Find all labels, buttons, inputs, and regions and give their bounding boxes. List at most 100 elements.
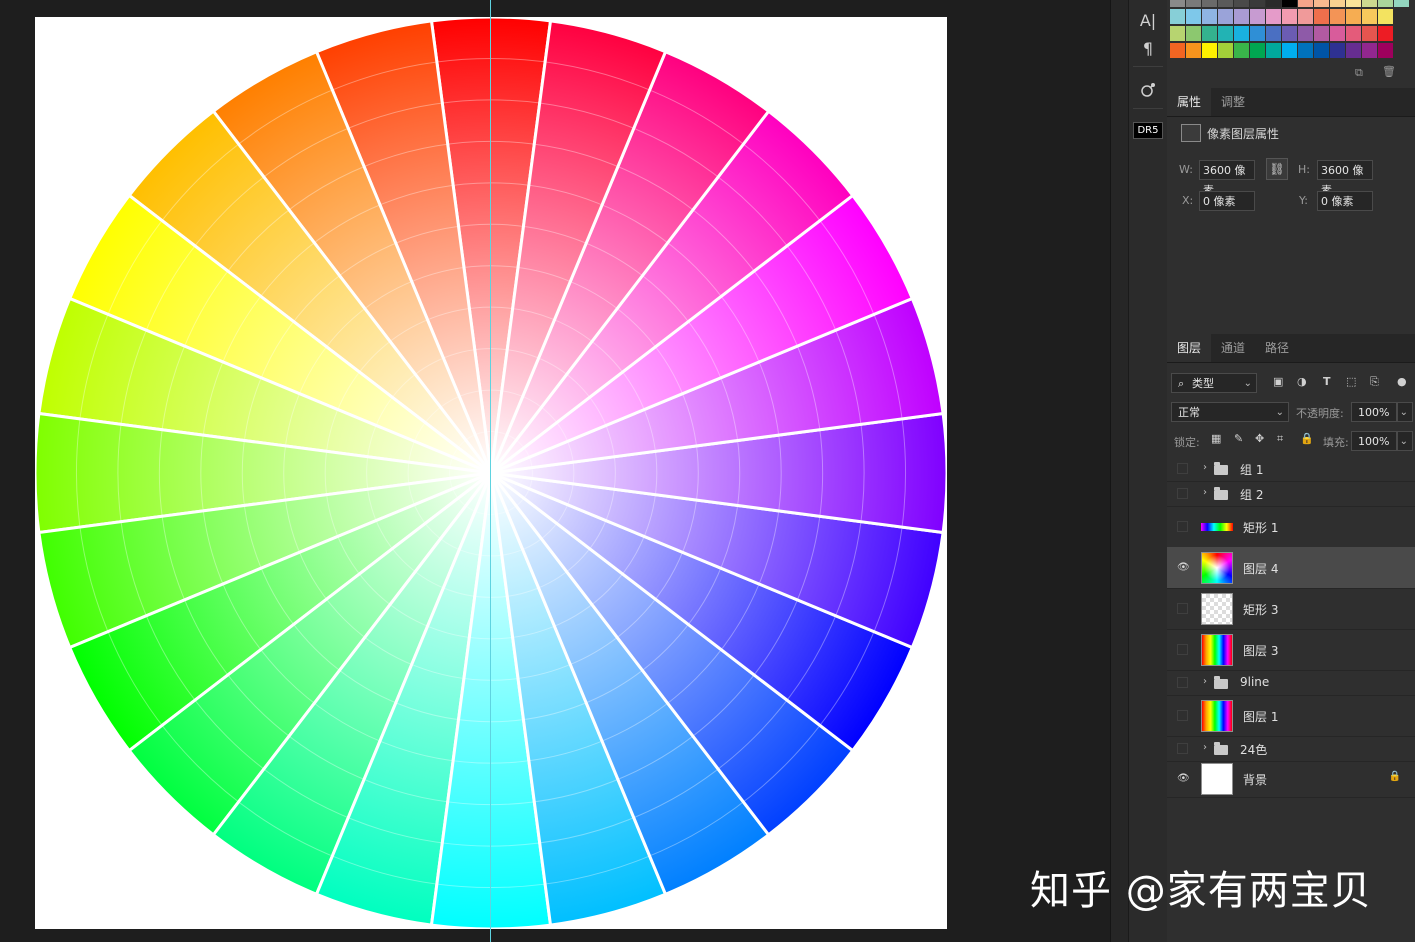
color-swatch[interactable] — [1330, 0, 1345, 7]
smart-object-filter-icon[interactable]: ⎘ — [1370, 375, 1379, 389]
layer-filter-select[interactable]: ⌕ 类型 ⌄ — [1171, 373, 1257, 393]
color-swatch[interactable] — [1362, 0, 1377, 7]
color-swatch[interactable] — [1314, 0, 1329, 7]
color-swatch[interactable] — [1378, 26, 1393, 41]
color-swatch[interactable] — [1298, 26, 1313, 41]
visibility-toggle[interactable] — [1177, 463, 1188, 474]
color-swatch[interactable] — [1298, 0, 1313, 7]
color-swatch[interactable] — [1186, 9, 1201, 24]
color-swatch[interactable] — [1330, 9, 1345, 24]
color-swatch[interactable] — [1266, 9, 1281, 24]
color-swatch[interactable] — [1234, 26, 1249, 41]
link-dimensions-button[interactable]: ⛓ — [1266, 158, 1288, 180]
tab-paths[interactable]: 路径 — [1255, 334, 1299, 362]
color-swatch[interactable] — [1186, 0, 1201, 7]
shape-filter-icon[interactable]: ⬚ — [1346, 375, 1356, 388]
layer-row[interactable]: 图层 3 — [1167, 629, 1415, 671]
color-swatch[interactable] — [1346, 0, 1361, 7]
x-field[interactable]: 0 像素 — [1199, 191, 1255, 211]
adjustment-filter-icon[interactable]: ◑ — [1297, 375, 1307, 388]
tab-channels[interactable]: 通道 — [1211, 334, 1255, 362]
color-swatch[interactable] — [1202, 0, 1217, 7]
color-swatch[interactable] — [1218, 26, 1233, 41]
new-swatch-icon[interactable]: ⧉ — [1355, 66, 1363, 80]
color-swatch[interactable] — [1394, 0, 1409, 7]
color-swatch[interactable] — [1378, 0, 1393, 7]
y-field[interactable]: 0 像素 — [1317, 191, 1373, 211]
canvas-area[interactable] — [0, 0, 1110, 942]
eye-icon[interactable]: 👁 — [1177, 773, 1190, 785]
color-swatch[interactable] — [1378, 43, 1393, 58]
visibility-toggle[interactable] — [1177, 743, 1188, 754]
lock-transparent-icon[interactable]: ▦ — [1211, 432, 1221, 445]
eye-icon[interactable]: 👁 — [1177, 562, 1190, 574]
color-swatch[interactable] — [1250, 0, 1265, 7]
share-icon[interactable] — [1129, 76, 1167, 104]
trash-icon[interactable]: 🗑 — [1382, 65, 1396, 78]
color-swatch[interactable] — [1234, 43, 1249, 58]
plugin-icon[interactable]: DR5 — [1129, 116, 1167, 144]
width-field[interactable]: 3600 像素 — [1199, 160, 1255, 197]
text-filter-icon[interactable]: T — [1323, 375, 1331, 388]
layer-row[interactable]: 👁 背景 🔒 — [1167, 761, 1415, 798]
color-swatch[interactable] — [1250, 9, 1265, 24]
color-swatch[interactable] — [1234, 9, 1249, 24]
color-swatch[interactable] — [1218, 9, 1233, 24]
blend-mode-select[interactable]: 正常 ⌄ — [1171, 402, 1289, 422]
color-swatch[interactable] — [1362, 26, 1377, 41]
lock-all-icon[interactable]: 🔒 — [1300, 432, 1314, 445]
color-swatch[interactable] — [1266, 26, 1281, 41]
color-swatch[interactable] — [1218, 0, 1233, 7]
canvas-scrollbar[interactable] — [1110, 0, 1129, 942]
color-swatch[interactable] — [1170, 26, 1185, 41]
visibility-toggle[interactable] — [1177, 521, 1188, 532]
character-icon[interactable]: A| — [1129, 6, 1167, 34]
color-swatch[interactable] — [1282, 0, 1297, 7]
tab-properties[interactable]: 属性 — [1167, 88, 1212, 116]
color-swatch[interactable] — [1314, 43, 1329, 58]
visibility-toggle[interactable] — [1177, 710, 1188, 721]
color-swatch[interactable] — [1298, 43, 1313, 58]
color-swatch[interactable] — [1314, 9, 1329, 24]
layer-row[interactable]: 矩形 3 — [1167, 588, 1415, 630]
visibility-toggle[interactable] — [1177, 488, 1188, 499]
color-swatch[interactable] — [1362, 9, 1377, 24]
visibility-toggle[interactable] — [1177, 644, 1188, 655]
fill-field[interactable]: 100% — [1351, 431, 1397, 451]
opacity-dropdown[interactable]: ⌄ — [1397, 402, 1413, 422]
expand-chevron-icon[interactable]: › — [1203, 742, 1207, 753]
layer-row[interactable]: 矩形 1 — [1167, 506, 1415, 548]
color-swatch[interactable] — [1250, 26, 1265, 41]
color-swatch[interactable] — [1282, 9, 1297, 24]
layer-row[interactable]: 👁 图层 4 — [1167, 547, 1415, 589]
expand-chevron-icon[interactable]: › — [1203, 462, 1207, 473]
color-swatch[interactable] — [1234, 0, 1249, 7]
visibility-toggle[interactable] — [1177, 603, 1188, 614]
color-swatch[interactable] — [1202, 9, 1217, 24]
color-swatch[interactable] — [1314, 26, 1329, 41]
tab-adjustments[interactable]: 调整 — [1211, 88, 1255, 116]
color-swatch[interactable] — [1378, 9, 1393, 24]
color-swatch[interactable] — [1362, 43, 1377, 58]
height-field[interactable]: 3600 像素 — [1317, 160, 1373, 197]
color-swatch[interactable] — [1170, 0, 1185, 7]
color-swatch[interactable] — [1218, 43, 1233, 58]
layer-row[interactable]: › 9line — [1167, 670, 1415, 696]
vertical-guide-line[interactable] — [490, 0, 491, 942]
color-swatch[interactable] — [1266, 0, 1281, 7]
color-swatch[interactable] — [1170, 43, 1185, 58]
layer-row[interactable]: › 组 1 — [1167, 456, 1415, 482]
color-swatch[interactable] — [1346, 9, 1361, 24]
fill-dropdown[interactable]: ⌄ — [1397, 431, 1413, 451]
lock-position-icon[interactable]: ✥ — [1255, 432, 1264, 445]
visibility-toggle[interactable] — [1177, 677, 1188, 688]
color-swatch[interactable] — [1346, 43, 1361, 58]
lock-artboard-icon[interactable]: ⌗ — [1277, 432, 1283, 446]
expand-chevron-icon[interactable]: › — [1203, 676, 1207, 687]
opacity-field[interactable]: 100% — [1351, 402, 1397, 422]
color-swatch[interactable] — [1202, 26, 1217, 41]
color-swatch[interactable] — [1266, 43, 1281, 58]
layer-row[interactable]: › 24色 — [1167, 736, 1415, 762]
paragraph-icon[interactable]: ¶ — [1129, 34, 1167, 62]
document-canvas[interactable] — [35, 17, 947, 929]
